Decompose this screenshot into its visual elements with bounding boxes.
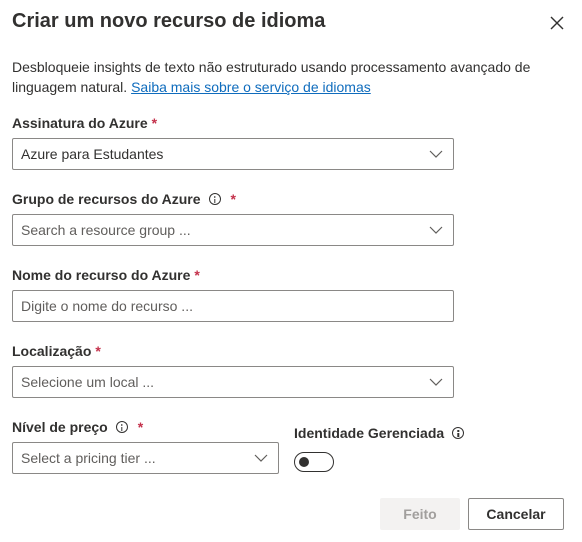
chevron-down-icon: [429, 378, 443, 386]
required-marker: *: [230, 191, 236, 207]
resource-group-label: Grupo de recursos do Azure *: [12, 191, 236, 207]
required-marker: *: [137, 419, 144, 435]
dialog-description: Desbloqueie insights de texto não estrut…: [12, 57, 542, 97]
resource-group-label-text: Grupo de recursos do Azure: [12, 191, 201, 207]
info-icon[interactable]: [115, 421, 128, 433]
managed-identity-toggle[interactable]: [294, 452, 334, 472]
dialog-title: Criar um novo recurso de idioma: [12, 10, 326, 32]
chevron-down-icon: [429, 150, 443, 158]
required-marker: *: [95, 343, 101, 359]
resource-group-dropdown[interactable]: Search a resource group ...: [12, 214, 454, 246]
info-icon[interactable]: [452, 427, 465, 439]
required-marker: *: [151, 115, 158, 131]
resource-name-label-text: Nome do recurso do Azure: [12, 267, 191, 283]
location-label: Localização *: [12, 343, 101, 359]
managed-identity-label-text: Identidade Gerenciada: [294, 425, 445, 441]
toggle-knob: [299, 457, 309, 467]
cancel-button[interactable]: Cancelar: [468, 498, 564, 530]
subscription-label-text: Assinatura do Azure: [12, 115, 148, 131]
pricing-tier-placeholder: Select a pricing tier ...: [21, 450, 156, 466]
pricing-tier-label: Nível de preço *: [12, 419, 143, 435]
subscription-label: Assinatura do Azure *: [12, 115, 157, 131]
pricing-tier-dropdown[interactable]: Select a pricing tier ...: [12, 442, 279, 474]
required-marker: *: [194, 267, 200, 283]
learn-more-link[interactable]: Saiba mais sobre o serviço de idiomas: [131, 79, 371, 95]
managed-identity-label: Identidade Gerenciada: [294, 425, 465, 441]
close-icon[interactable]: [548, 14, 566, 32]
resource-group-placeholder: Search a resource group ...: [21, 222, 191, 238]
location-placeholder: Selecione um local ...: [21, 374, 155, 390]
chevron-down-icon: [429, 226, 443, 234]
subscription-dropdown[interactable]: Azure para Estudantes: [12, 138, 454, 170]
location-dropdown[interactable]: Selecione um local ...: [12, 366, 454, 398]
pricing-tier-label-text: Nível de preço: [12, 419, 108, 435]
done-button[interactable]: Feito: [380, 498, 460, 530]
chevron-down-icon: [254, 454, 268, 462]
location-label-text: Localização: [12, 343, 92, 359]
subscription-value: Azure para Estudantes: [21, 146, 164, 162]
resource-name-label: Nome do recurso do Azure *: [12, 267, 200, 283]
info-icon[interactable]: [208, 193, 221, 205]
resource-name-input[interactable]: [12, 290, 454, 322]
